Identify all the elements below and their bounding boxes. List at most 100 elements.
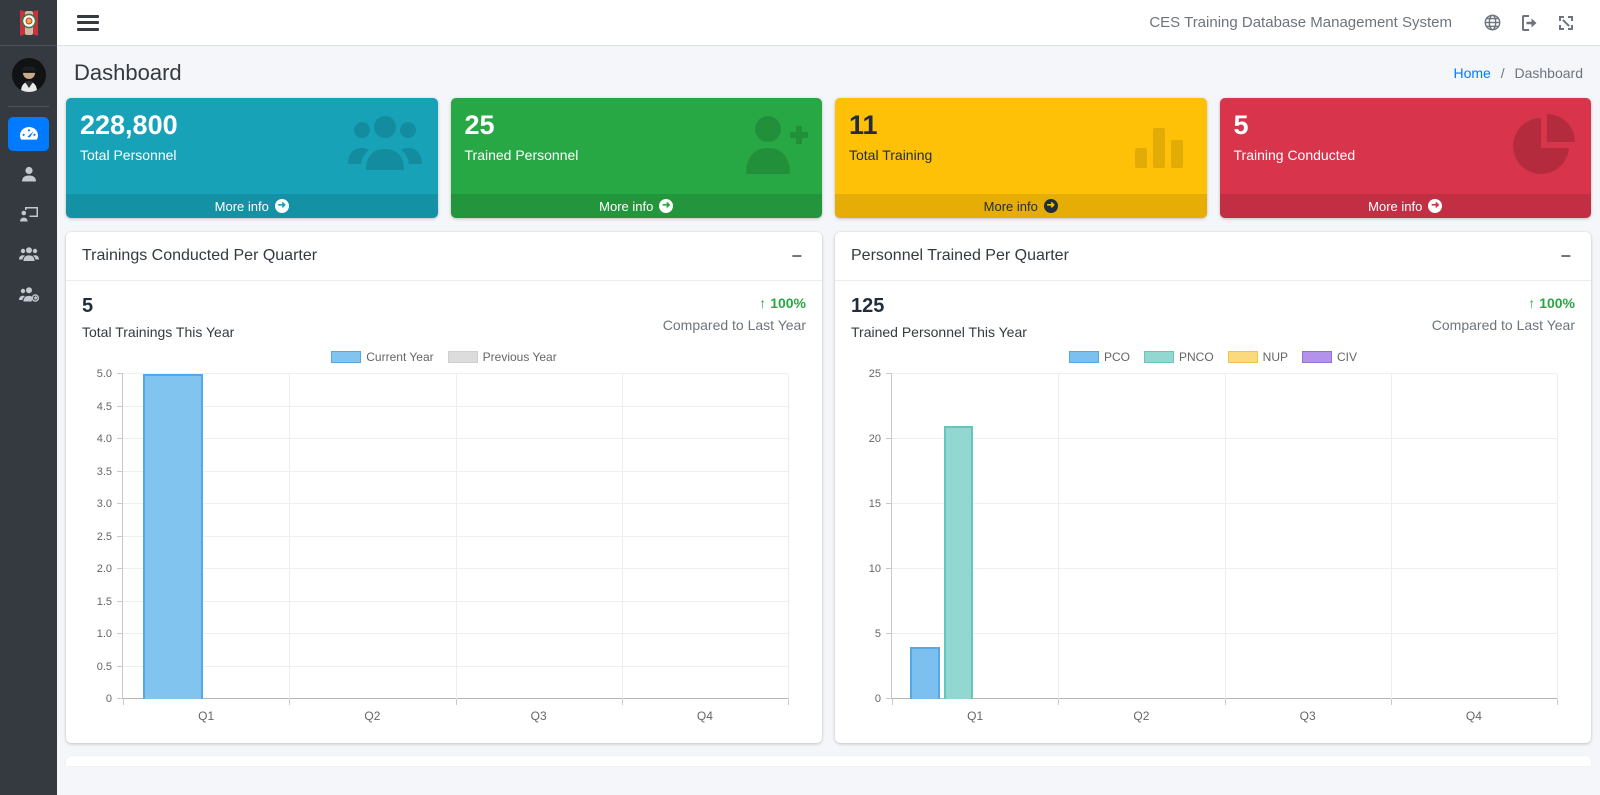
card-personnel-trained: Personnel Trained Per Quarter − 125 Trai… bbox=[835, 232, 1591, 743]
stat-row: 125 Trained Personnel This Year ↑ 100% C… bbox=[851, 295, 1575, 340]
x-tick-mark bbox=[456, 699, 457, 705]
legend-label: Previous Year bbox=[483, 350, 557, 364]
sidebar-item-user-management[interactable] bbox=[8, 277, 49, 311]
x-category-label: Q4 bbox=[697, 709, 713, 723]
y-tick-label: 1.0 bbox=[97, 628, 112, 640]
logout-button[interactable] bbox=[1511, 9, 1548, 37]
page-title: Dashboard bbox=[74, 60, 182, 86]
trend-value: ↑ 100% bbox=[1432, 295, 1575, 311]
trend-percent: 100% bbox=[1539, 295, 1575, 311]
card-title: Personnel Trained Per Quarter bbox=[851, 247, 1069, 265]
card-title: Trainings Conducted Per Quarter bbox=[82, 247, 317, 265]
legend-item: PNCO bbox=[1144, 350, 1214, 364]
language-button[interactable] bbox=[1474, 8, 1511, 37]
y-tick-label: 5 bbox=[875, 628, 881, 640]
user-icon bbox=[20, 165, 38, 183]
card-body: 125 Trained Personnel This Year ↑ 100% C… bbox=[835, 281, 1591, 743]
trend-value: ↑ 100% bbox=[663, 295, 806, 311]
chart-grid: 00.51.01.52.02.53.03.54.04.55.0 Q1Q2Q3Q4 bbox=[82, 374, 806, 699]
stat-label: Total Trainings This Year bbox=[82, 324, 234, 340]
chart-bar bbox=[944, 426, 974, 699]
breadcrumb-current: Dashboard bbox=[1515, 65, 1584, 81]
arrow-circle-right-icon: ➜ bbox=[1428, 199, 1442, 213]
info-box-trained-personnel: 25 Trained Personnel More info ➜ bbox=[451, 98, 823, 218]
sidebar-divider bbox=[8, 106, 49, 107]
x-tick-mark bbox=[1058, 699, 1059, 705]
info-box-training-conducted: 5 Training Conducted More info ➜ bbox=[1220, 98, 1592, 218]
x-category-label: Q3 bbox=[531, 709, 547, 723]
y-tick-label: 10 bbox=[869, 563, 881, 575]
x-tick-mark bbox=[289, 699, 290, 705]
gridline bbox=[622, 374, 623, 699]
trend-percent: 100% bbox=[770, 295, 806, 311]
x-category-label: Q1 bbox=[198, 709, 214, 723]
y-tick-label: 2.0 bbox=[97, 563, 112, 575]
gridline bbox=[1058, 374, 1059, 699]
y-tick-label: 20 bbox=[869, 433, 881, 445]
stat-label: Trained Personnel This Year bbox=[851, 324, 1027, 340]
sidebar-item-personnel[interactable] bbox=[8, 157, 49, 191]
brand-logo[interactable] bbox=[0, 0, 57, 46]
chart-cards-row: Trainings Conducted Per Quarter − 5 Tota… bbox=[66, 232, 1591, 743]
sidebar-toggle-button[interactable] bbox=[77, 15, 99, 31]
breadcrumb-home-link[interactable]: Home bbox=[1453, 65, 1490, 81]
chart-y-axis: 00.51.01.52.02.53.03.54.04.55.0 bbox=[82, 374, 122, 699]
more-info-link[interactable]: More info ➜ bbox=[1220, 194, 1592, 218]
fullscreen-button[interactable] bbox=[1548, 9, 1584, 37]
y-tick-mark bbox=[117, 373, 123, 374]
breadcrumb-separator: / bbox=[1501, 65, 1505, 81]
collapse-button[interactable]: − bbox=[787, 245, 806, 267]
y-tick-mark bbox=[117, 406, 123, 407]
bar-chart-icon bbox=[1131, 114, 1193, 170]
y-tick-mark bbox=[117, 536, 123, 537]
more-info-link[interactable]: More info ➜ bbox=[835, 194, 1207, 218]
y-tick-label: 4.5 bbox=[97, 401, 112, 413]
y-tick-mark bbox=[886, 568, 892, 569]
more-info-label: More info bbox=[215, 199, 269, 214]
y-tick-label: 3.0 bbox=[97, 498, 112, 510]
personnel-bar-chart: PCOPNCONUPCIV 0510152025 Q1Q2Q3Q4 bbox=[851, 350, 1575, 733]
gridline bbox=[1557, 374, 1558, 699]
sidebar-menu bbox=[0, 117, 57, 311]
gridline bbox=[788, 374, 789, 699]
organization-emblem-icon bbox=[16, 8, 42, 38]
y-tick-label: 25 bbox=[869, 368, 881, 380]
sidebar-item-trained-personnel[interactable] bbox=[8, 237, 49, 271]
user-avatar[interactable] bbox=[12, 58, 46, 92]
legend-swatch-icon bbox=[1228, 351, 1258, 363]
more-info-link[interactable]: More info ➜ bbox=[451, 194, 823, 218]
info-box-total-training: 11 Total Training More info ➜ bbox=[835, 98, 1207, 218]
legend-item: Previous Year bbox=[448, 350, 557, 364]
chart-legend: PCOPNCONUPCIV bbox=[851, 350, 1575, 364]
chart-plot-area: Q1Q2Q3Q4 bbox=[122, 374, 788, 699]
gridline bbox=[1225, 374, 1226, 699]
app-title: CES Training Database Management System bbox=[1149, 14, 1452, 31]
legend-label: PCO bbox=[1104, 350, 1130, 364]
content-area: Dashboard Home / Dashboard 228,800 Total… bbox=[57, 46, 1600, 795]
chart-bar bbox=[910, 647, 940, 699]
x-tick-mark bbox=[788, 699, 789, 705]
fullscreen-icon bbox=[1558, 15, 1574, 31]
stat-row: 5 Total Trainings This Year ↑ 100% Compa… bbox=[82, 295, 806, 340]
globe-icon bbox=[1484, 14, 1501, 31]
user-avatar-icon bbox=[12, 58, 46, 92]
x-category-label: Q4 bbox=[1466, 709, 1482, 723]
x-tick-mark bbox=[123, 699, 124, 705]
collapse-button[interactable]: − bbox=[1556, 245, 1575, 267]
sidebar-item-dashboard[interactable] bbox=[8, 117, 49, 151]
x-category-label: Q2 bbox=[1133, 709, 1149, 723]
gridline bbox=[456, 374, 457, 699]
dashboard-icon bbox=[19, 126, 39, 142]
y-tick-mark bbox=[117, 568, 123, 569]
card-header: Trainings Conducted Per Quarter − bbox=[66, 232, 822, 281]
trend-block: ↑ 100% Compared to Last Year bbox=[1432, 295, 1575, 333]
users-icon bbox=[346, 114, 424, 172]
users-icon bbox=[18, 246, 40, 262]
sidebar bbox=[0, 0, 57, 795]
more-info-label: More info bbox=[1368, 199, 1422, 214]
y-tick-label: 1.5 bbox=[97, 596, 112, 608]
chart-plot-area: Q1Q2Q3Q4 bbox=[891, 374, 1557, 699]
sidebar-item-trainings[interactable] bbox=[8, 197, 49, 231]
legend-swatch-icon bbox=[1302, 351, 1332, 363]
more-info-link[interactable]: More info ➜ bbox=[66, 194, 438, 218]
